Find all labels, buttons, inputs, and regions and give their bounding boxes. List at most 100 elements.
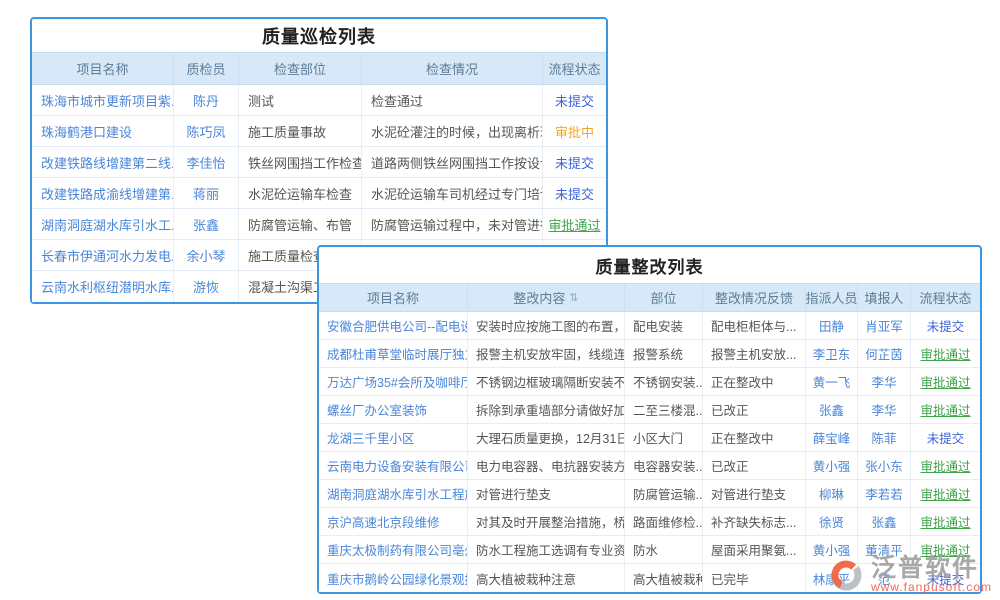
project-link[interactable]: 万达广场35#会所及咖啡厅空...: [319, 368, 468, 395]
assignee-name[interactable]: 黄小强: [806, 452, 858, 479]
status-badge[interactable]: 审批通过: [911, 508, 980, 535]
content-cell: 高大植被栽种注意: [468, 564, 625, 592]
column-header-assignee: 指派人员: [806, 284, 858, 311]
project-link[interactable]: 京沪高速北京段维修: [319, 508, 468, 535]
feedback-cell: 正在整改中: [703, 424, 806, 451]
column-header-project: 项目名称: [32, 53, 174, 84]
inspector-name[interactable]: 李佳怡: [174, 147, 239, 177]
table-row: 安徽合肥供电公司--配电设备... 安装时应按施工图的布置，将... 配电安装 …: [319, 312, 980, 340]
feedback-cell: 已完毕: [703, 564, 806, 592]
filler-name[interactable]: 何芷茵: [858, 340, 911, 367]
part-cell: 防腐管运输...: [625, 480, 703, 507]
status-badge[interactable]: 未提交: [911, 312, 980, 339]
rectification-table-body: 安徽合肥供电公司--配电设备... 安装时应按施工图的布置，将... 配电安装 …: [319, 312, 980, 592]
assignee-name[interactable]: 黄一飞: [806, 368, 858, 395]
inspector-name[interactable]: 蒋丽: [174, 178, 239, 208]
feedback-cell: 对管进行垫支: [703, 480, 806, 507]
content-cell: 对其及时开展整治措施，桥头...: [468, 508, 625, 535]
project-link[interactable]: 珠海鹤港口建设: [32, 116, 174, 146]
column-header-status: 流程状态: [543, 53, 606, 84]
project-link[interactable]: 螺丝厂办公室装饰: [319, 396, 468, 423]
status-badge[interactable]: 审批通过: [911, 480, 980, 507]
part-cell: 二至三楼混...: [625, 396, 703, 423]
watermark-url[interactable]: www.fanpusoft.com: [871, 581, 992, 594]
content-cell: 对管进行垫支: [468, 480, 625, 507]
table-row: 改建铁路成渝线增建第... 蒋丽 水泥砼运输车检查 水泥砼运输车司机经过专门培训…: [32, 178, 606, 209]
content-cell: 拆除到承重墙部分请做好加固...: [468, 396, 625, 423]
rectification-header-row: 项目名称 整改内容 ⇅ 部位 整改情况反馈 指派人员 填报人 流程状态: [319, 283, 980, 312]
part-cell: 测试: [239, 85, 362, 115]
content-cell: 防水工程施工选调有专业资质...: [468, 536, 625, 563]
table-row: 京沪高速北京段维修 对其及时开展整治措施，桥头... 路面维修检... 补齐缺失…: [319, 508, 980, 536]
project-link[interactable]: 云南电力设备安装有限公司20...: [319, 452, 468, 479]
status-badge[interactable]: 未提交: [543, 85, 606, 115]
project-link[interactable]: 改建铁路线增建第二线...: [32, 147, 174, 177]
content-cell: 电力电容器、电抗器安装方案,...: [468, 452, 625, 479]
situation-cell: 水泥砼灌注的时候，出现离析现象: [362, 116, 543, 146]
filler-name[interactable]: 李华: [858, 396, 911, 423]
column-header-feedback: 整改情况反馈: [703, 284, 806, 311]
inspector-name[interactable]: 陈丹: [174, 85, 239, 115]
project-link[interactable]: 安徽合肥供电公司--配电设备...: [319, 312, 468, 339]
project-link[interactable]: 重庆太极制药有限公司亳州中...: [319, 536, 468, 563]
column-header-content[interactable]: 整改内容 ⇅: [468, 284, 625, 311]
quality-management-screen: { "icons": { "sort_glyph": "⇅" }, "statu…: [0, 0, 1000, 600]
assignee-name[interactable]: 徐贤: [806, 508, 858, 535]
filler-name[interactable]: 李若若: [858, 480, 911, 507]
column-header-inspector: 质检员: [174, 53, 239, 84]
rectification-list-title: 质量整改列表: [319, 247, 980, 283]
assignee-name[interactable]: 柳琳: [806, 480, 858, 507]
assignee-name[interactable]: 田静: [806, 312, 858, 339]
inspector-name[interactable]: 陈巧凤: [174, 116, 239, 146]
inspector-name[interactable]: 余小琴: [174, 240, 239, 270]
fanpu-logo-icon: [827, 557, 867, 593]
project-link[interactable]: 龙湖三千里小区: [319, 424, 468, 451]
table-row: 湖南洞庭湖水库引水工程施工I标 对管进行垫支 防腐管运输... 对管进行垫支 柳…: [319, 480, 980, 508]
watermark-brand: 泛普软件: [871, 555, 992, 581]
feedback-cell: 配电柜柜体与...: [703, 312, 806, 339]
project-link[interactable]: 重庆市鹅岭公园绿化景观提升...: [319, 564, 468, 592]
project-link[interactable]: 长春市伊通河水力发电...: [32, 240, 174, 270]
column-header-part: 检查部位: [239, 53, 362, 84]
filler-name[interactable]: 肖亚军: [858, 312, 911, 339]
filler-name[interactable]: 张鑫: [858, 508, 911, 535]
sort-icon[interactable]: ⇅: [569, 291, 578, 304]
status-badge[interactable]: 审批通过: [911, 452, 980, 479]
status-badge[interactable]: 审批中: [543, 116, 606, 146]
feedback-cell: 屋面采用聚氨...: [703, 536, 806, 563]
project-link[interactable]: 云南水利枢纽潜明水库...: [32, 271, 174, 302]
project-link[interactable]: 珠海市城市更新项目紫...: [32, 85, 174, 115]
status-badge[interactable]: 未提交: [543, 147, 606, 177]
assignee-name[interactable]: 薛宝峰: [806, 424, 858, 451]
inspector-name[interactable]: 游恢: [174, 271, 239, 302]
filler-name[interactable]: 李华: [858, 368, 911, 395]
status-badge[interactable]: 审批通过: [911, 368, 980, 395]
part-cell: 报警系统: [625, 340, 703, 367]
assignee-name[interactable]: 张鑫: [806, 396, 858, 423]
inspector-name[interactable]: 张鑫: [174, 209, 239, 239]
status-badge[interactable]: 未提交: [911, 424, 980, 451]
column-header-status: 流程状态: [911, 284, 980, 311]
part-cell: 电容器安装...: [625, 452, 703, 479]
project-link[interactable]: 湖南洞庭湖水库引水工程施工I标: [319, 480, 468, 507]
part-cell: 铁丝网围挡工作检查: [239, 147, 362, 177]
part-cell: 施工质量事故: [239, 116, 362, 146]
filler-name[interactable]: 陈菲: [858, 424, 911, 451]
part-cell: 防水: [625, 536, 703, 563]
feedback-cell: 报警主机安放...: [703, 340, 806, 367]
assignee-name[interactable]: 李卫东: [806, 340, 858, 367]
status-badge[interactable]: 未提交: [543, 178, 606, 208]
filler-name[interactable]: 张小东: [858, 452, 911, 479]
part-cell: 配电安装: [625, 312, 703, 339]
project-link[interactable]: 成都杜甫草堂临时展厅独立展...: [319, 340, 468, 367]
rectification-list-panel: 质量整改列表 项目名称 整改内容 ⇅ 部位 整改情况反馈 指派人员 填报人 流程…: [317, 245, 982, 594]
status-badge[interactable]: 审批通过: [911, 340, 980, 367]
content-cell: 不锈钢边框玻璃隔断安装不牢...: [468, 368, 625, 395]
table-row: 珠海鹤港口建设 陈巧凤 施工质量事故 水泥砼灌注的时候，出现离析现象 审批中: [32, 116, 606, 147]
project-link[interactable]: 改建铁路成渝线增建第...: [32, 178, 174, 208]
status-badge[interactable]: 审批通过: [911, 396, 980, 423]
status-badge[interactable]: 审批通过: [543, 209, 606, 239]
project-link[interactable]: 湖南洞庭湖水库引水工...: [32, 209, 174, 239]
inspection-header-row: 项目名称 质检员 检查部位 检查情况 流程状态: [32, 52, 606, 85]
feedback-cell: 已改正: [703, 396, 806, 423]
